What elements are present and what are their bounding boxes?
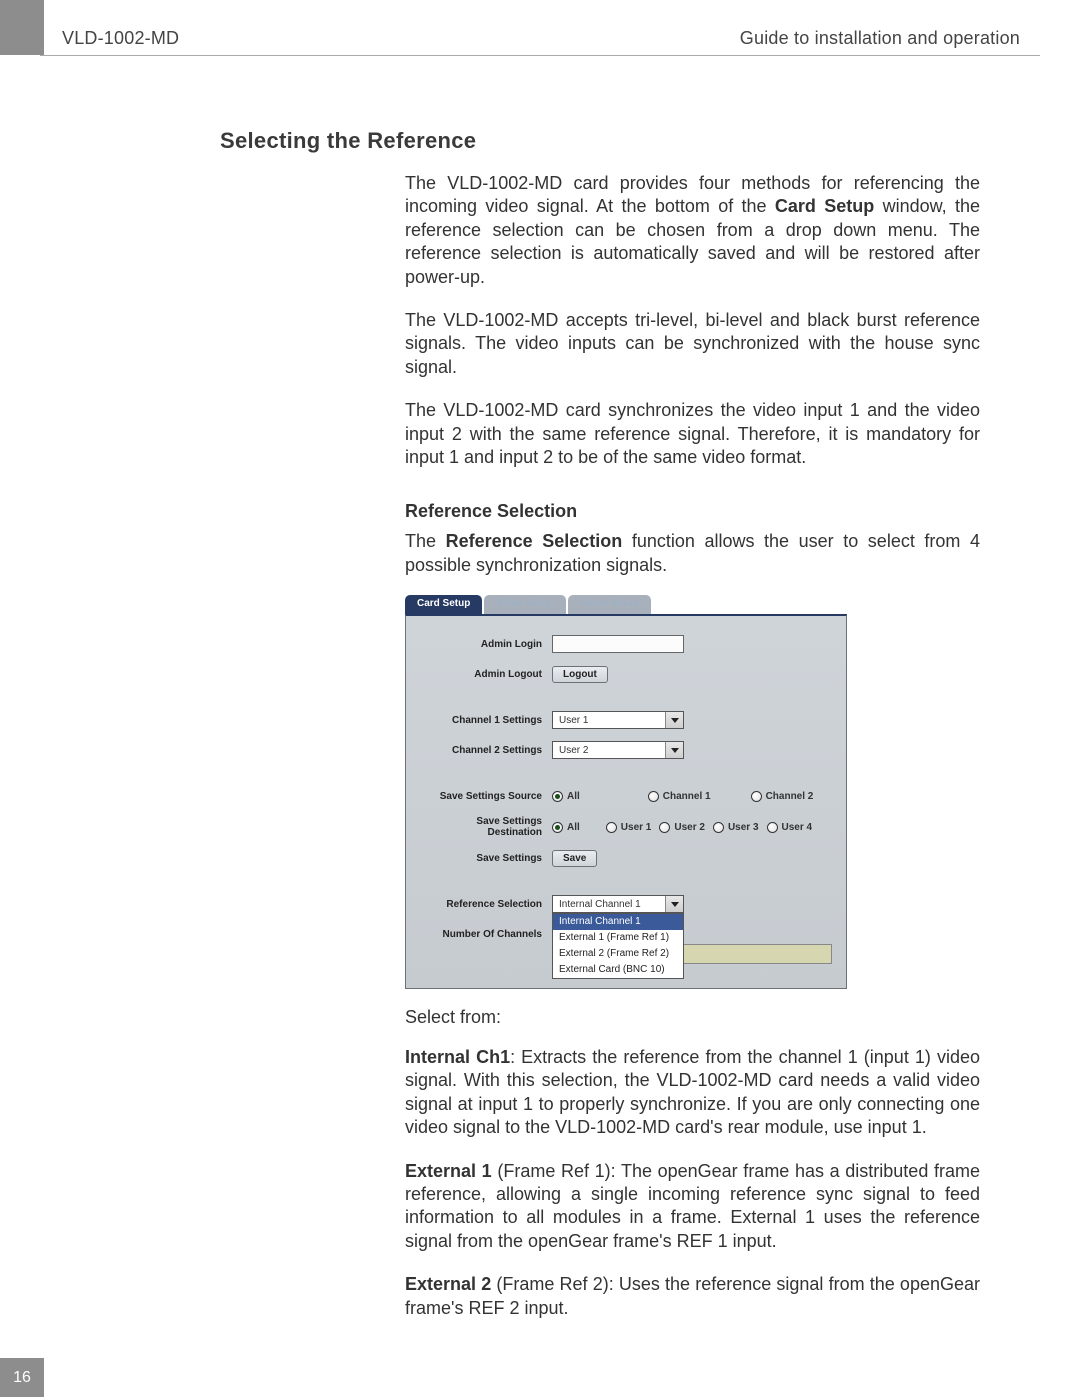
bold: Reference Selection xyxy=(446,531,623,551)
tab-alarm-setup[interactable]: Alarm Setup xyxy=(568,595,651,614)
radio-dot-icon xyxy=(552,791,563,802)
select-value: User 1 xyxy=(559,715,588,726)
label-save-settings: Save Settings xyxy=(420,853,552,864)
radio-dot-icon xyxy=(648,791,659,802)
label-save-settings-destination: Save Settings Destination xyxy=(420,816,552,838)
paragraph-4: The Reference Selection function allows … xyxy=(405,530,980,577)
radio-label: User 2 xyxy=(674,822,705,833)
text: The xyxy=(405,531,446,551)
radio-dot-icon xyxy=(751,791,762,802)
radio-dot-icon xyxy=(552,822,563,833)
chevron-down-icon xyxy=(665,712,683,728)
radio-source-channel-2[interactable]: Channel 2 xyxy=(751,791,814,802)
select-value: User 2 xyxy=(559,745,588,756)
header-rule xyxy=(40,55,1040,56)
radio-source-channel-1[interactable]: Channel 1 xyxy=(648,791,711,802)
radio-dot-icon xyxy=(659,822,670,833)
radio-label: User 1 xyxy=(621,822,652,833)
radio-label: All xyxy=(567,822,580,833)
logout-button[interactable]: Logout xyxy=(552,666,608,683)
select-value: Internal Channel 1 xyxy=(559,899,641,910)
header-left: VLD-1002-MD xyxy=(62,28,179,49)
admin-login-input[interactable] xyxy=(552,635,684,653)
radio-source-all[interactable]: All xyxy=(552,791,580,802)
radio-dest-user-3[interactable]: User 3 xyxy=(713,822,759,833)
label-number-of-channels: Number Of Channels xyxy=(420,929,552,940)
radio-dot-icon xyxy=(606,822,617,833)
bold: External 1 xyxy=(405,1161,492,1181)
radio-label: User 4 xyxy=(782,822,813,833)
channel-2-select[interactable]: User 2 xyxy=(552,741,684,759)
label-channel-1-settings: Channel 1 Settings xyxy=(420,715,552,726)
label-reference-selection: Reference Selection xyxy=(420,899,552,910)
paragraph-external-1: External 1 (Frame Ref 1): The openGear f… xyxy=(405,1160,980,1254)
dropdown-option-external-card[interactable]: External Card (BNC 10) xyxy=(553,962,683,978)
dropdown-option-internal-channel-1[interactable]: Internal Channel 1 xyxy=(553,914,683,930)
channel-1-select[interactable]: User 1 xyxy=(552,711,684,729)
radio-label: Channel 2 xyxy=(766,791,814,802)
radio-dot-icon xyxy=(713,822,724,833)
radio-dot-icon xyxy=(767,822,778,833)
label-admin-login: Admin Login xyxy=(420,639,552,650)
card-setup-screenshot: Card Setup Video Setup Alarm Setup Admin… xyxy=(405,595,847,989)
radio-dest-user-2[interactable]: User 2 xyxy=(659,822,705,833)
dropdown-option-external-1[interactable]: External 1 (Frame Ref 1) xyxy=(553,930,683,946)
page-number-tab: 16 xyxy=(0,1358,44,1397)
label-admin-logout: Admin Logout xyxy=(420,669,552,680)
radio-label: User 3 xyxy=(728,822,759,833)
tab-card-setup[interactable]: Card Setup xyxy=(405,595,482,614)
radio-dest-all[interactable]: All xyxy=(552,822,580,833)
bold: Card Setup xyxy=(775,196,874,216)
text: (Frame Ref 2): Uses the reference signal… xyxy=(405,1274,980,1317)
tab-strip: Card Setup Video Setup Alarm Setup xyxy=(405,595,847,614)
bold: External 2 xyxy=(405,1274,491,1294)
paragraph-2: The VLD-1002-MD accepts tri-level, bi-le… xyxy=(405,309,980,379)
paragraph-external-2: External 2 (Frame Ref 2): Uses the refer… xyxy=(405,1273,980,1320)
page-content: Selecting the Reference The VLD-1002-MD … xyxy=(220,128,980,1340)
reference-selection-select[interactable]: Internal Channel 1 xyxy=(552,895,684,913)
page-header: VLD-1002-MD Guide to installation and op… xyxy=(62,28,1020,49)
subheading-reference-selection: Reference Selection xyxy=(405,501,980,522)
radio-dest-user-1[interactable]: User 1 xyxy=(606,822,652,833)
select-from-label: Select from: xyxy=(405,1007,980,1028)
dropdown-option-external-2[interactable]: External 2 (Frame Ref 2) xyxy=(553,946,683,962)
reference-selection-dropdown: Internal Channel 1 External 1 (Frame Ref… xyxy=(552,913,684,979)
text: (Frame Ref 1): The openGear frame has a … xyxy=(405,1161,980,1251)
chevron-down-icon xyxy=(665,742,683,758)
section-title: Selecting the Reference xyxy=(220,128,980,154)
paragraph-1: The VLD-1002-MD card provides four metho… xyxy=(405,172,980,289)
radio-dest-user-4[interactable]: User 4 xyxy=(767,822,813,833)
radio-label: All xyxy=(567,791,580,802)
radio-label: Channel 1 xyxy=(663,791,711,802)
tab-video-setup[interactable]: Video Setup xyxy=(484,595,566,614)
card-setup-panel: Admin Login Admin Logout Logout Channel … xyxy=(405,614,847,989)
page-number: 16 xyxy=(13,1369,31,1387)
bold: Internal Ch1 xyxy=(405,1047,510,1067)
header-right: Guide to installation and operation xyxy=(740,28,1020,49)
chevron-down-icon xyxy=(665,896,683,912)
page-header-tab xyxy=(0,0,44,55)
paragraph-internal-ch1: Internal Ch1: Extracts the reference fro… xyxy=(405,1046,980,1140)
label-save-settings-source: Save Settings Source xyxy=(420,791,552,802)
save-button[interactable]: Save xyxy=(552,850,597,867)
paragraph-3: The VLD-1002-MD card synchronizes the vi… xyxy=(405,399,980,469)
label-channel-2-settings: Channel 2 Settings xyxy=(420,745,552,756)
